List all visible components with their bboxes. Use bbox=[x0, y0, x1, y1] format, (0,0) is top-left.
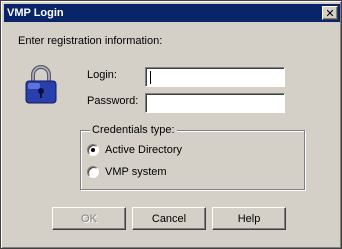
ok-button[interactable]: OK bbox=[52, 207, 126, 230]
radio-active-directory-label: Active Directory bbox=[105, 144, 183, 156]
credentials-legend: Credentials type: bbox=[90, 124, 177, 136]
title-bar[interactable]: VMP Login ✕ bbox=[4, 4, 340, 22]
password-field[interactable] bbox=[145, 93, 285, 113]
radio-button[interactable] bbox=[87, 166, 99, 178]
login-label: Login: bbox=[87, 69, 117, 81]
instruction-text: Enter registration information: bbox=[18, 35, 163, 47]
cancel-button[interactable]: Cancel bbox=[132, 207, 206, 230]
text-caret bbox=[150, 71, 151, 84]
radio-active-directory[interactable]: Active Directory bbox=[87, 144, 182, 156]
credentials-group bbox=[80, 130, 305, 190]
padlock-icon bbox=[25, 65, 57, 104]
radio-vmp-system[interactable]: VMP system bbox=[87, 166, 167, 178]
password-label: Password: bbox=[87, 95, 139, 107]
radio-vmp-system-label: VMP system bbox=[105, 166, 167, 178]
login-field[interactable] bbox=[145, 67, 285, 87]
close-button[interactable]: ✕ bbox=[322, 6, 338, 20]
window-title: VMP Login bbox=[7, 7, 64, 19]
close-icon: ✕ bbox=[325, 6, 335, 20]
radio-button-selected[interactable] bbox=[87, 144, 99, 156]
help-button[interactable]: Help bbox=[212, 207, 286, 230]
